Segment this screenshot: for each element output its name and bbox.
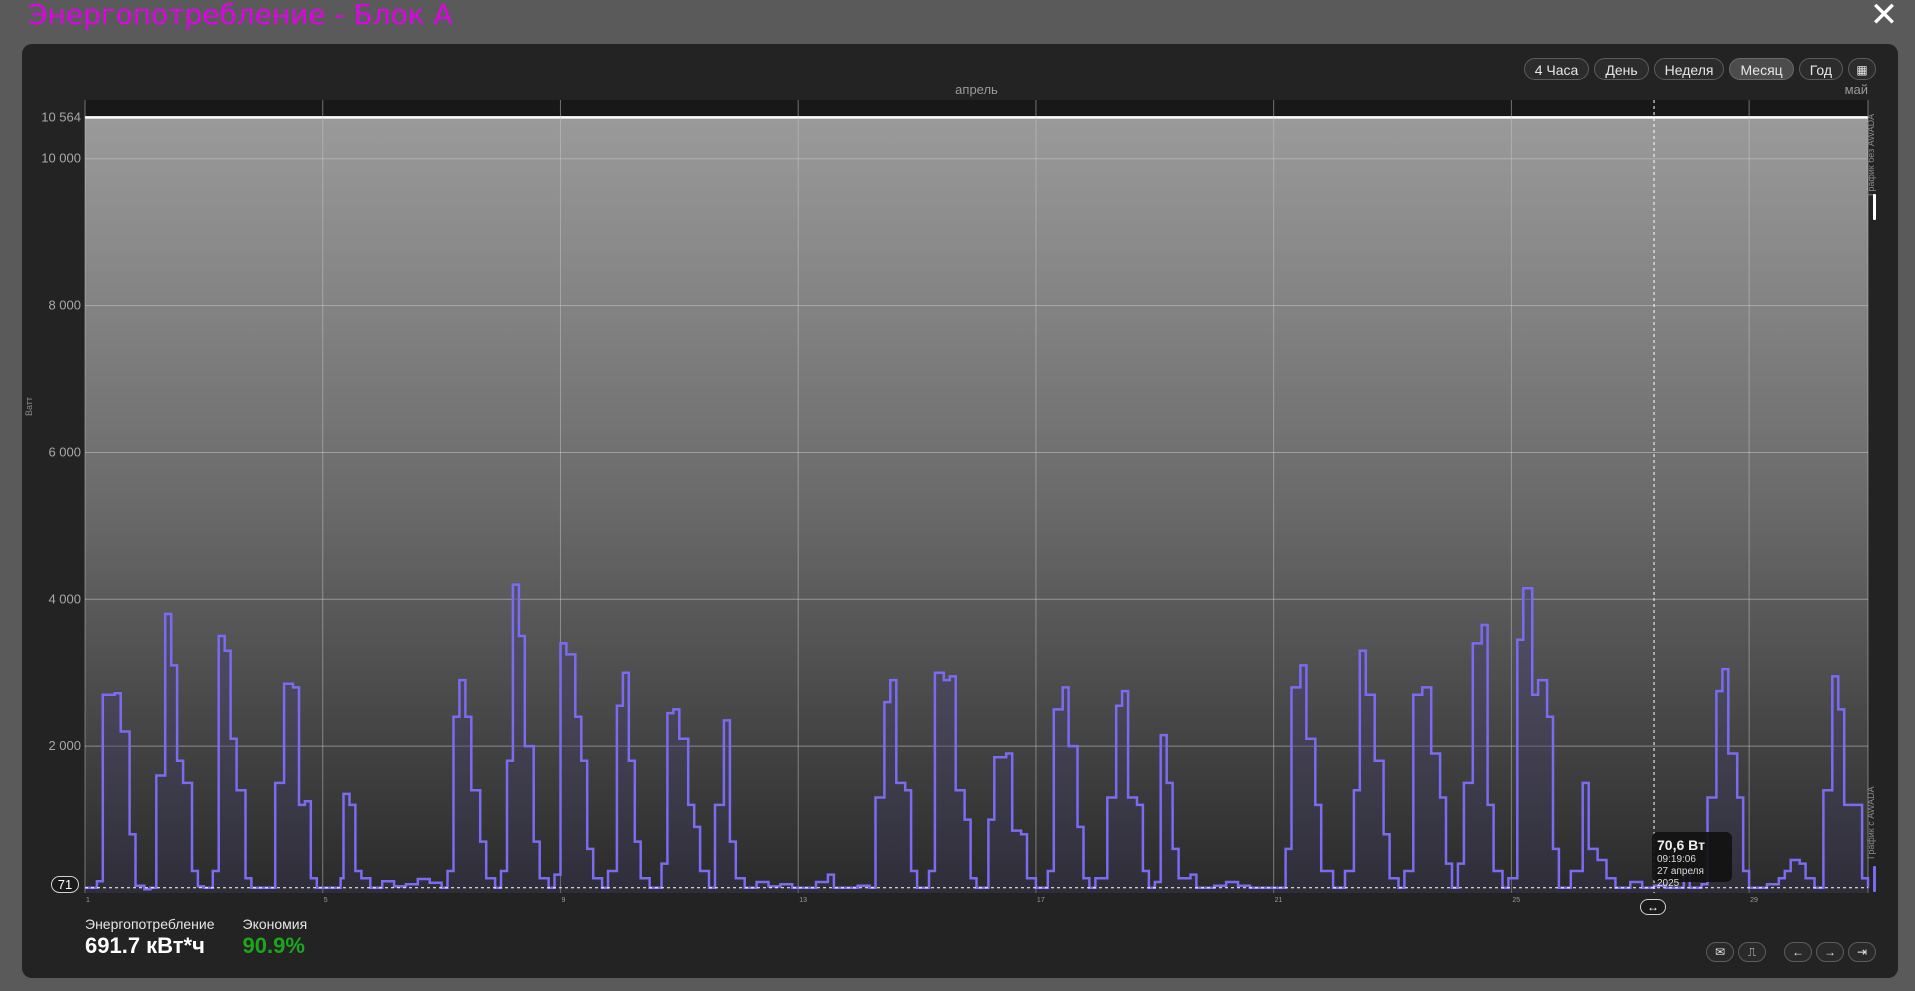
x-tick-label: 29 xyxy=(1750,897,1758,904)
arrow-end-icon[interactable]: ⇥ xyxy=(1848,942,1876,962)
x-tick-label: 9 xyxy=(561,897,565,904)
range-button-4h[interactable]: 4 Часа xyxy=(1523,58,1590,80)
stats-block: Энергопотребление 691.7 кВт*ч Экономия 9… xyxy=(85,916,307,959)
mail-icon[interactable]: ✉ xyxy=(1706,942,1734,962)
stat-consumption: Энергопотребление 691.7 кВт*ч xyxy=(85,916,215,959)
range-button-month[interactable]: Месяц xyxy=(1729,58,1794,80)
y-tick-label: 4 000 xyxy=(48,591,81,606)
range-button-week[interactable]: Неделя xyxy=(1653,58,1725,80)
arrow-left-icon[interactable]: ← xyxy=(1784,942,1812,962)
x-tick-label: 17 xyxy=(1037,897,1045,904)
tooltip-time: 09:19:06 xyxy=(1657,854,1696,865)
x-tick-label: 1 xyxy=(86,897,90,904)
energy-chart[interactable]: 2 000 4 000 6 000 8 000 10 000 10 564 1 5 9 13 17 2… xyxy=(22,44,1898,978)
plot-gradient xyxy=(85,117,1868,894)
range-button-day[interactable]: День xyxy=(1594,58,1649,80)
economy-label: Экономия xyxy=(242,916,308,932)
consumption-label: Энергопотребление xyxy=(85,916,215,932)
x-tick-label: 21 xyxy=(1275,897,1283,904)
y-tick-label: 10 564 xyxy=(41,109,81,124)
pulse-icon[interactable]: ⎍ xyxy=(1738,942,1766,962)
economy-value: 90.9% xyxy=(242,933,305,958)
scroll-thumb-top[interactable] xyxy=(1873,194,1876,220)
calendar-icon[interactable]: ▦ xyxy=(1848,58,1876,80)
y-tick-label: 2 000 xyxy=(48,738,81,753)
y-axis-label: Ватт xyxy=(24,396,34,416)
page-title: Энергопотребление - Блок А xyxy=(28,0,453,31)
baseline-badge: 71 xyxy=(51,876,79,893)
scroll-thumb-bottom[interactable] xyxy=(1873,866,1876,892)
chart-tooltip: 70,6 Вт 09:19:06 27 апреля 2025 xyxy=(1652,832,1732,889)
consumption-value: 691.7 кВт*ч xyxy=(85,933,205,958)
close-icon[interactable]: ✕ xyxy=(1865,0,1903,32)
arrow-right-icon[interactable]: → xyxy=(1816,942,1844,962)
range-button-year[interactable]: Год xyxy=(1798,58,1843,80)
side-label-without-awada: График без AWADA xyxy=(1866,113,1876,196)
range-selector: 4 Часа День Неделя Месяц Год ▦ xyxy=(1523,58,1876,80)
bottom-controls: ✉ ⎍ ← → ⇥ xyxy=(1702,942,1876,962)
y-tick-label: 6 000 xyxy=(48,444,81,459)
side-label-with-awada: График с AWADA xyxy=(1866,786,1876,859)
x-tick-label: 5 xyxy=(324,897,328,904)
cursor-drag-handle[interactable]: ↔ xyxy=(1640,899,1666,915)
chart-panel: 2 000 4 000 6 000 8 000 10 000 10 564 1 5 9 13 17 2… xyxy=(22,44,1898,978)
y-tick-label: 10 000 xyxy=(41,151,81,166)
y-tick-label: 8 000 xyxy=(48,298,81,313)
tooltip-date: 27 апреля 2025 xyxy=(1657,866,1704,889)
x-tick-label: 13 xyxy=(799,897,807,904)
stat-economy: Экономия 90.9% xyxy=(243,916,308,959)
tooltip-value: 70,6 Вт xyxy=(1657,837,1705,853)
month-label: май xyxy=(1845,82,1868,97)
x-tick-label: 25 xyxy=(1512,897,1520,904)
month-label: апрель xyxy=(955,82,998,97)
